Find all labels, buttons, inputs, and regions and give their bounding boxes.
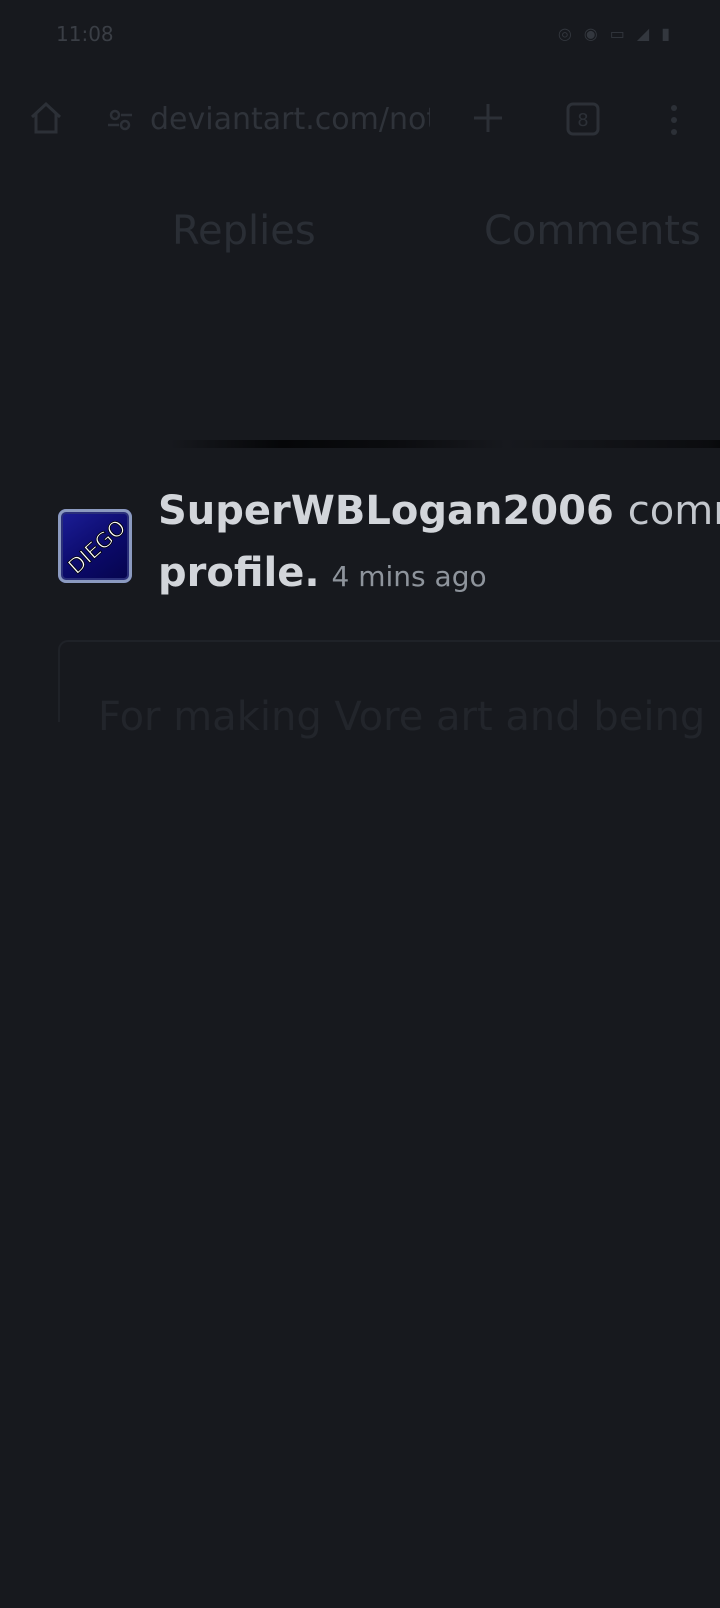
notification-item[interactable]: DIEGO SuperWBLogan2006 comm profile. 4 min… bbox=[0, 472, 720, 612]
site-info-button[interactable] bbox=[106, 106, 134, 134]
target-link[interactable]: profile bbox=[158, 550, 304, 596]
url-field[interactable]: deviantart.com/noti bbox=[150, 102, 430, 137]
tab-replies[interactable]: Replies bbox=[172, 208, 316, 254]
notification-subline: profile. 4 mins ago bbox=[158, 550, 487, 596]
new-tab-icon bbox=[474, 104, 502, 132]
username-link[interactable]: SuperWBLogan2006 bbox=[158, 488, 614, 534]
home-icon bbox=[30, 101, 62, 134]
target-suffix: . bbox=[304, 550, 320, 596]
timestamp: 4 mins ago bbox=[331, 560, 487, 593]
status-time: 11:08 bbox=[56, 22, 114, 46]
comment-card[interactable]: For making Vore art and being n bbox=[58, 640, 720, 740]
status-bar: 11:08 ◎ ◉ ▭ ◢ ▮ bbox=[0, 0, 720, 72]
alarm-icon: ◎ bbox=[557, 24, 572, 43]
menu-icon bbox=[671, 105, 677, 135]
tab-switcher-button[interactable]: 8 bbox=[564, 100, 602, 138]
nfc-icon: ▭ bbox=[609, 24, 625, 43]
site-info-icon bbox=[108, 109, 132, 131]
avatar[interactable]: DIEGO bbox=[58, 509, 132, 583]
home-button[interactable] bbox=[26, 98, 66, 138]
tab-comments[interactable]: Comments bbox=[484, 208, 701, 254]
svg-text:8: 8 bbox=[577, 110, 588, 131]
status-icons: ◎ ◉ ▭ ◢ ▮ bbox=[558, 24, 670, 43]
comment-text: For making Vore art and being n bbox=[98, 694, 720, 740]
battery-icon: ▮ bbox=[661, 24, 670, 43]
overflow-menu-button[interactable] bbox=[656, 98, 692, 142]
section-divider bbox=[170, 440, 720, 448]
signal-icon: ◢ bbox=[636, 24, 650, 43]
avatar-text: DIEGO bbox=[63, 515, 131, 579]
browser-toolbar: deviantart.com/noti 8 bbox=[0, 84, 720, 156]
sync-icon: ◉ bbox=[583, 24, 598, 43]
notification-tabs: Replies Comments bbox=[0, 208, 720, 272]
action-text: comm bbox=[627, 488, 720, 534]
notification-headline: SuperWBLogan2006 comm bbox=[158, 488, 720, 534]
new-tab-button[interactable] bbox=[468, 98, 508, 138]
tab-switcher-icon: 8 bbox=[566, 102, 600, 136]
